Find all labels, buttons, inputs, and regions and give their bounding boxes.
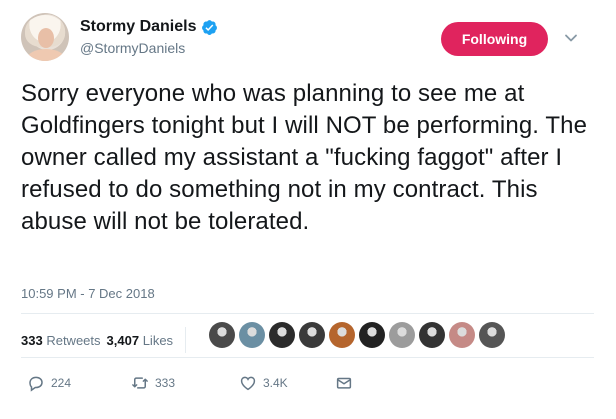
reply-button[interactable]: 224 [27,374,95,392]
chevron-down-icon[interactable] [564,31,578,45]
retweet-count: 333 [155,376,176,390]
avatar-shoulder [27,49,65,61]
likes-count: 3,407 [106,332,140,348]
verified-badge-icon [202,19,218,35]
tweet-timestamp[interactable]: 10:59 PM - 7 Dec 2018 [21,286,155,301]
liker-avatar[interactable] [209,322,235,348]
likes-label: Likes [142,332,174,348]
heart-icon [240,376,256,391]
display-name[interactable]: Stormy Daniels [80,18,196,36]
retweet-button[interactable]: 333 [131,374,205,392]
liker-avatar[interactable] [359,322,385,348]
likes-stat[interactable]: 3,407 Likes [107,333,174,348]
direct-message-button[interactable] [335,374,353,392]
divider-bottom [21,357,594,358]
liker-avatar[interactable] [389,322,415,348]
liker-avatar[interactable] [329,322,355,348]
following-button[interactable]: Following [441,22,548,56]
stats-separator [185,327,187,353]
retweets-stat[interactable]: 333 Retweets [21,333,101,348]
tweet-stats: 333 Retweets 3,407 Likes [21,327,196,353]
liker-avatar[interactable] [299,322,325,348]
liker-avatars [209,322,509,348]
liker-avatar[interactable] [479,322,505,348]
tweet-text: Sorry everyone who was planning to see m… [21,80,588,235]
liker-avatar[interactable] [419,322,445,348]
envelope-icon [336,377,352,389]
liker-avatar[interactable] [449,322,475,348]
reply-icon [29,376,43,392]
tweet-actions: 224 333 3.4K [27,374,377,392]
retweets-count: 333 [21,332,43,348]
liker-avatar[interactable] [269,322,295,348]
retweet-icon [132,377,148,389]
like-count: 3.4K [263,376,288,390]
avatar-face [38,28,54,48]
avatar[interactable] [21,13,69,61]
like-button[interactable]: 3.4K [239,374,311,392]
tweet-card: Stormy Daniels @StormyDaniels Following … [0,0,616,419]
liker-avatar[interactable] [239,322,265,348]
user-handle[interactable]: @StormyDaniels [80,40,185,56]
divider-top [21,313,594,314]
reply-count: 224 [51,376,72,390]
user-name-row: Stormy Daniels [80,17,218,37]
retweets-label: Retweets [46,332,101,348]
